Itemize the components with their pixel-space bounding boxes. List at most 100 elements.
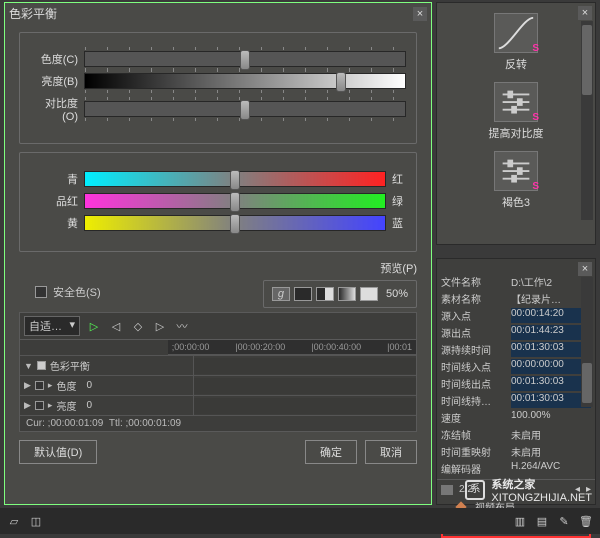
blue-label: 蓝 <box>386 215 406 231</box>
info-row: 时间线持…00:01:30:03 <box>437 392 595 409</box>
preview-mode-fade-icon[interactable] <box>338 287 356 301</box>
preset-badge: S <box>532 112 539 123</box>
yellow-blue-slider[interactable] <box>84 215 386 231</box>
next-page-icon[interactable]: ▸ <box>586 484 591 495</box>
info-row: 源持续时间00:01:30:03 <box>437 341 595 358</box>
magenta-green-thumb[interactable] <box>230 192 240 212</box>
track-name: 亮度 <box>56 398 76 413</box>
page-icon[interactable] <box>441 485 453 495</box>
chroma-thumb[interactable] <box>240 50 250 70</box>
info-row: 素材名称【纪录片… <box>437 290 595 307</box>
track-value: 0 <box>86 380 92 391</box>
yellow-label: 黄 <box>30 215 84 231</box>
preset-name: 褐色3 <box>502 194 530 210</box>
preset-name: 提高对比度 <box>489 125 544 141</box>
timeline-ruler-row[interactable]: x ;00:00:00 |00:00:20:00 |00:00:40:00 |0… <box>20 340 416 356</box>
ruler-tick: |00:01 <box>387 342 412 352</box>
track-checkbox[interactable] <box>35 401 44 410</box>
preview-mode-orig-icon[interactable]: ɡ <box>272 287 290 301</box>
app-footer-bar: ▱ ◫ ▥ ▤ ✎ 🗑 <box>0 508 600 534</box>
brightness-row: 亮度(B) <box>30 73 406 89</box>
preset-item[interactable]: S 褐色3 <box>437 151 595 210</box>
prev-page-icon[interactable]: ◂ <box>575 484 580 495</box>
preset-sliders-icon: S <box>494 151 538 191</box>
info-row: 时间重映射未启用 <box>437 443 595 460</box>
safe-color-checkbox[interactable] <box>35 286 47 298</box>
info-row: 时间线出点00:01:30:03 <box>437 375 595 392</box>
contrast-slider[interactable] <box>84 101 406 117</box>
magenta-label: 品红 <box>30 193 84 209</box>
contrast-thumb[interactable] <box>240 100 250 120</box>
scrollbar[interactable] <box>581 277 593 407</box>
cyan-red-slider[interactable] <box>84 171 386 187</box>
scrollbar[interactable] <box>581 21 593 220</box>
brightness-thumb[interactable] <box>336 72 346 92</box>
close-icon[interactable]: × <box>578 262 592 276</box>
tool-icon[interactable]: ✎ <box>556 514 572 528</box>
cancel-button[interactable]: 取消 <box>365 440 417 464</box>
preview-mode-full-icon[interactable] <box>294 287 312 301</box>
preset-curve-icon: S <box>494 13 538 53</box>
keyframe-timeline: x ;00:00:00 |00:00:20:00 |00:00:40:00 |0… <box>19 340 417 432</box>
info-row: 文件名称D:\工作\2 <box>437 273 595 290</box>
graph-icon[interactable]: 〰 <box>174 319 190 333</box>
scrollbar-thumb[interactable] <box>582 25 592 95</box>
ruler-tick: |00:00:20:00 <box>235 342 285 352</box>
clip-info-panel: × 文件名称D:\工作\2 素材名称【纪录片… 源入点00:00:14:20 源… <box>436 258 596 505</box>
ok-button[interactable]: 确定 <box>305 440 357 464</box>
info-pager: 2/2 ◂ ▸ <box>437 482 595 497</box>
track-row[interactable]: ▼ 色彩平衡 <box>20 356 416 376</box>
tool-icon[interactable]: ◫ <box>28 514 44 528</box>
play-icon[interactable]: ▷ <box>86 319 102 333</box>
brightness-label: 亮度(B) <box>30 73 84 89</box>
expand-icon[interactable]: ▼ <box>24 361 33 371</box>
chevron-right-icon[interactable]: ▸ <box>48 380 53 391</box>
info-row: 源出点00:01:44:23 <box>437 324 595 341</box>
pager-text: 2/2 <box>459 484 473 495</box>
track-row[interactable]: ▶ ▸ 亮度 0 <box>20 396 416 416</box>
tone-panel: 色度(C) 亮度(B) 对比度(O) <box>19 32 417 144</box>
track-checkbox[interactable] <box>35 381 44 390</box>
expand-icon[interactable]: ▶ <box>24 380 31 391</box>
close-icon[interactable]: × <box>413 7 427 21</box>
preset-sliders-icon: S <box>494 82 538 122</box>
chroma-slider[interactable] <box>84 51 406 67</box>
preview-mode-result-icon[interactable] <box>360 287 378 301</box>
yellow-blue-thumb[interactable] <box>230 214 240 234</box>
dialog-titlebar[interactable]: 色彩平衡 × <box>5 3 431 24</box>
magenta-green-slider[interactable] <box>84 193 386 209</box>
track-row[interactable]: ▶ ▸ 色度 0 <box>20 376 416 396</box>
timeline-controlbar: 自适…▾ ▷ ◁ ◇ ▷ 〰 <box>19 312 417 340</box>
tool-icon[interactable]: ▤ <box>534 514 550 528</box>
magenta-green-row: 品红 绿 <box>30 193 406 209</box>
next-key-icon[interactable]: ▷ <box>152 319 168 333</box>
timeline-ruler[interactable]: ;00:00:00 |00:00:20:00 |00:00:40:00 |00:… <box>168 340 416 355</box>
fit-dropdown[interactable]: 自适…▾ <box>24 316 80 336</box>
red-label: 红 <box>386 171 406 187</box>
track-value: 0 <box>86 400 92 411</box>
add-key-icon[interactable]: ◇ <box>130 319 146 333</box>
safe-color-row[interactable]: 安全色(S) <box>35 284 101 300</box>
tool-icon[interactable]: ▱ <box>6 514 22 528</box>
chevron-right-icon[interactable]: ▸ <box>48 400 53 411</box>
scrollbar-thumb[interactable] <box>582 363 592 403</box>
contrast-row: 对比度(O) <box>30 95 406 123</box>
prev-key-icon[interactable]: ◁ <box>108 319 124 333</box>
expand-icon[interactable]: ▶ <box>24 400 31 411</box>
color-balance-dialog: 色彩平衡 × 色度(C) 亮度(B) 对比度(O) 青 <box>4 2 432 505</box>
tool-icon[interactable]: ▥ <box>512 514 528 528</box>
trash-icon[interactable]: 🗑 <box>578 514 594 528</box>
close-icon[interactable]: × <box>578 6 592 20</box>
presets-panel: × S 反转 S 提高对比度 S 褐色3 <box>436 2 596 245</box>
preset-item[interactable]: S 反转 <box>437 13 595 72</box>
brightness-slider[interactable] <box>84 73 406 89</box>
track-checkbox[interactable] <box>37 361 46 370</box>
preset-item[interactable]: S 提高对比度 <box>437 82 595 141</box>
cyan-red-thumb[interactable] <box>230 170 240 190</box>
preview-controls: 安全色(S) ɡ 50% <box>19 280 417 308</box>
safe-color-label: 安全色(S) <box>53 284 101 300</box>
preview-percent[interactable]: 50% <box>382 288 408 300</box>
default-button[interactable]: 默认值(D) <box>19 440 97 464</box>
chroma-label: 色度(C) <box>30 51 84 67</box>
preview-mode-split-icon[interactable] <box>316 287 334 301</box>
